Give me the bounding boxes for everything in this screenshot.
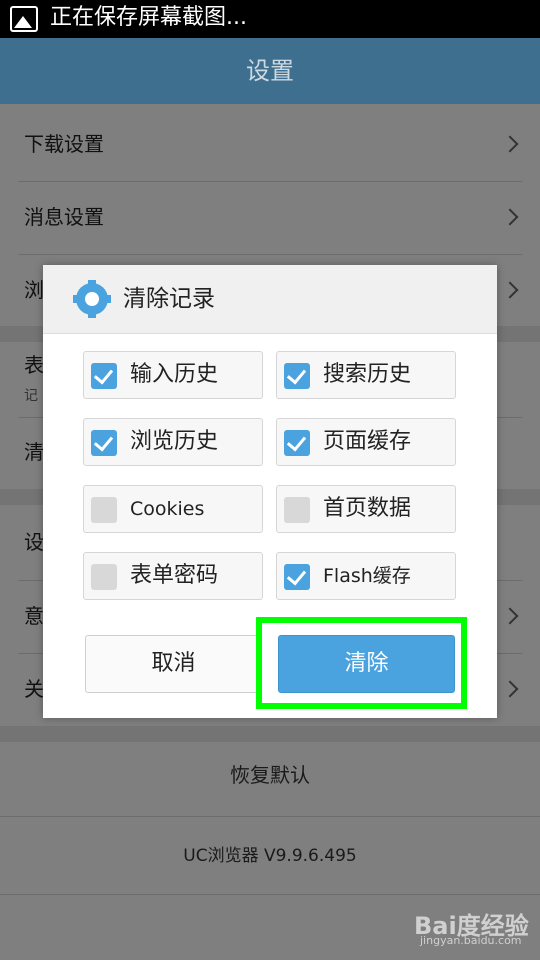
settings-row-label: 表 [24,353,44,377]
status-bar: 正在保存屏幕截图... [0,0,540,38]
restore-defaults-button[interactable]: 恢复默认 [0,759,540,788]
option-label: 页面缓存 [323,429,412,454]
option-page-cache[interactable]: 页面缓存 [276,418,456,466]
checkbox-checked [284,363,310,389]
option-label: 表单密码 [130,563,219,588]
option-label: 浏览历史 [130,429,219,454]
option-label: 输入历史 [130,362,219,387]
option-label: 搜索历史 [323,362,412,387]
version-text: UC浏览器 V9.9.6.495 [183,846,357,866]
checkbox-checked [91,430,117,456]
watermark: Bai度经验 jingyan.baidu.com [414,900,534,950]
highlight-box [256,617,467,709]
option-cookies[interactable]: Cookies [83,485,263,533]
option-label: Flash缓存 [323,565,411,587]
checkbox-unchecked [284,497,310,523]
settings-row-label: 意 [24,604,44,628]
option-browse-history[interactable]: 浏览历史 [83,418,263,466]
checkbox-checked [91,363,117,389]
image-icon [10,6,38,32]
checkbox-unchecked [91,497,117,523]
option-form-password[interactable]: 表单密码 [83,552,263,600]
watermark-url: jingyan.baidu.com [420,934,522,947]
divider [0,894,540,895]
settings-row-sublabel: 记 [24,388,38,404]
settings-row-message[interactable]: 消息设置 [0,197,540,237]
status-text: 正在保存屏幕截图... [50,5,247,30]
settings-row-label: 设 [24,530,44,554]
chevron-right-icon [501,680,519,698]
option-input-history[interactable]: 输入历史 [83,351,263,399]
settings-row-download[interactable]: 下载设置 [0,124,540,164]
settings-row-label: 清 [24,440,44,464]
option-label: 首页数据 [323,496,412,521]
gear-icon [73,280,111,318]
settings-row-label: 消息设置 [24,205,104,229]
cancel-button[interactable]: 取消 [85,635,262,693]
option-flash-cache[interactable]: Flash缓存 [276,552,456,600]
settings-row-label: 关 [24,677,44,701]
checkbox-unchecked [91,564,117,590]
divider [0,816,540,817]
dialog-header: 清除记录 [43,265,497,334]
checkbox-checked [284,564,310,590]
chevron-right-icon [501,607,519,625]
settings-row-label: 下载设置 [24,132,104,156]
divider [18,181,522,182]
chevron-right-icon [501,135,519,153]
settings-row-label: 浏 [24,278,44,302]
option-search-history[interactable]: 搜索历史 [276,351,456,399]
page-title: 设置 [246,57,294,85]
divider [18,254,522,255]
section-gap [0,726,540,742]
chevron-right-icon [501,208,519,226]
title-bar: 设置 [0,38,540,104]
chevron-right-icon [501,281,519,299]
dialog-title: 清除记录 [123,286,215,312]
option-label: Cookies [130,498,205,520]
checkbox-checked [284,430,310,456]
option-home-data[interactable]: 首页数据 [276,485,456,533]
